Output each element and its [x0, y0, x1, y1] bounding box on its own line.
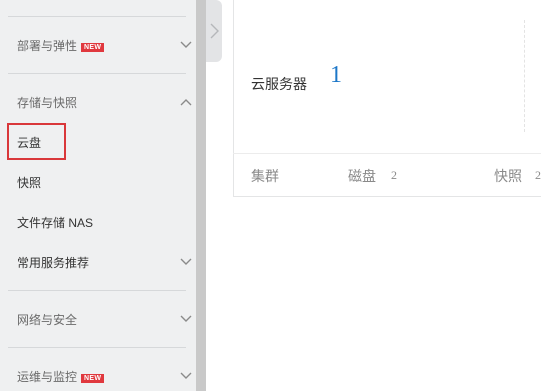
sidebar-item-deploy-elastic[interactable]: 部署与弹性 NEW — [17, 38, 105, 54]
sidebar-item-network-security[interactable]: 网络与安全 — [17, 312, 77, 328]
cloud-server-label: 云服务器 — [251, 76, 307, 92]
sidebar-item-label: 部署与弹性 — [17, 39, 78, 53]
sidebar-item-storage-snapshot[interactable]: 存储与快照 — [17, 95, 77, 111]
sidebar-scrollbar[interactable] — [196, 0, 206, 391]
sidebar-divider — [8, 16, 186, 17]
chevron-right-icon — [210, 23, 219, 39]
new-badge: NEW — [81, 43, 105, 52]
sidebar-item-snapshot[interactable]: 快照 — [17, 175, 41, 191]
chevron-up-icon[interactable] — [180, 98, 192, 106]
sidebar-item-recommended-services[interactable]: 常用服务推荐 — [17, 255, 89, 271]
new-badge: NEW — [81, 374, 105, 383]
stat-disk-value[interactable]: 2 — [391, 168, 397, 183]
stat-cluster-label: 集群 — [251, 168, 279, 184]
chevron-down-icon[interactable] — [180, 372, 192, 380]
sidebar-item-label: 网络与安全 — [17, 313, 78, 327]
sidebar-item-label: 运维与监控 — [17, 370, 78, 384]
panel-divider — [233, 153, 541, 154]
sidebar-divider — [8, 347, 186, 348]
sidebar-item-label: 快照 — [17, 176, 42, 190]
sidebar-item-nas[interactable]: 文件存储 NAS — [17, 215, 93, 231]
stat-snapshot-value[interactable]: 2 — [535, 168, 541, 183]
cloud-server-count[interactable]: 1 — [330, 62, 342, 89]
sidebar-item-label: 文件存储 NAS — [17, 216, 94, 230]
highlight-annotation-box — [7, 123, 66, 160]
chevron-down-icon[interactable] — [180, 315, 192, 323]
sidebar: 部署与弹性 NEW 存储与快照 云盘 快照 文件存储 NAS 常用服务推荐 网络与… — [0, 0, 196, 391]
sidebar-item-label: 存储与快照 — [17, 96, 78, 110]
sidebar-divider — [8, 290, 186, 291]
sidebar-item-label: 常用服务推荐 — [17, 256, 90, 270]
chevron-down-icon[interactable] — [180, 258, 192, 266]
dashed-separator — [524, 20, 525, 132]
sidebar-collapse-toggle[interactable] — [206, 0, 222, 62]
stat-disk-label: 磁盘 — [348, 168, 376, 184]
sidebar-divider — [8, 73, 186, 74]
chevron-down-icon[interactable] — [180, 41, 192, 49]
sidebar-item-ops-monitoring[interactable]: 运维与监控 NEW — [17, 369, 105, 385]
stat-snapshot-label: 快照 — [494, 168, 522, 184]
